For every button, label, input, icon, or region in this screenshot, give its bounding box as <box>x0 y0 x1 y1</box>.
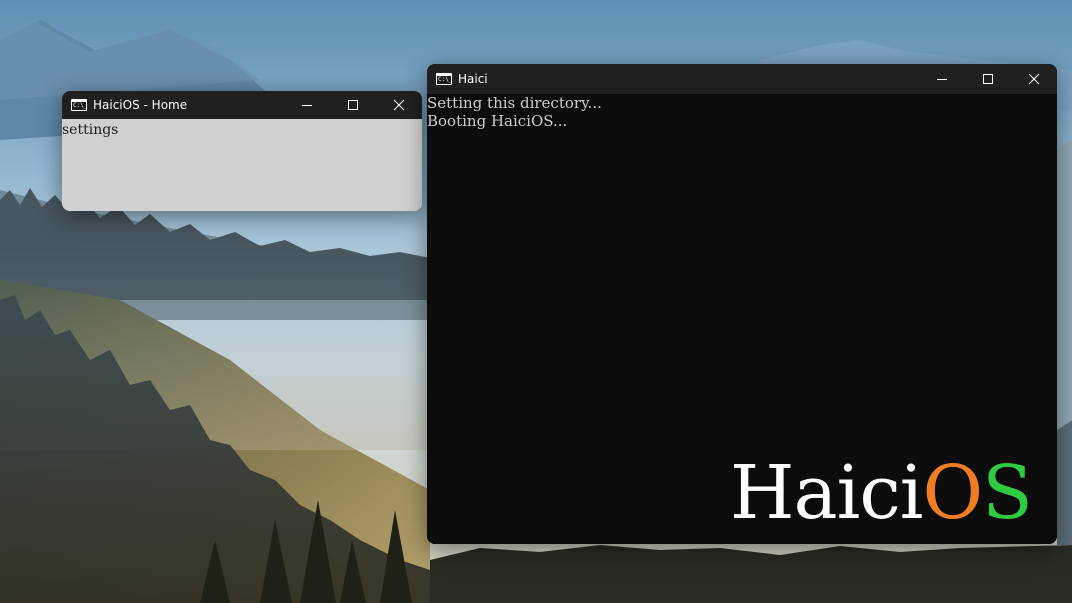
home-window[interactable]: C:\_ HaiciOS - Home settings <box>62 91 422 211</box>
minimize-button[interactable] <box>919 64 965 94</box>
console-app-icon: C:\_ <box>436 73 452 85</box>
settings-item[interactable]: settings <box>62 122 422 138</box>
terminal-window-title: Haici <box>458 72 488 86</box>
terminal-line: Booting HaiciOS... <box>427 112 568 130</box>
home-window-title: HaiciOS - Home <box>93 98 188 112</box>
maximize-button[interactable] <box>330 91 376 119</box>
home-window-content[interactable]: settings <box>62 119 422 211</box>
maximize-icon <box>348 100 358 110</box>
haicios-logo: HaiciOS <box>730 448 1033 538</box>
logo-text-haici: Haici <box>730 450 923 536</box>
close-icon <box>393 99 405 111</box>
logo-text-s: S <box>982 450 1033 536</box>
terminal-line: Setting this directory... <box>427 94 602 112</box>
maximize-icon <box>983 74 993 84</box>
close-button[interactable] <box>1011 64 1057 94</box>
console-app-icon: C:\_ <box>71 99 87 111</box>
terminal-window-titlebar[interactable]: C:\_ Haici <box>427 64 1057 94</box>
minimize-icon <box>302 105 312 106</box>
logo-text-o: O <box>922 450 983 536</box>
close-button[interactable] <box>376 91 422 119</box>
minimize-button[interactable] <box>284 91 330 119</box>
minimize-icon <box>937 79 947 80</box>
maximize-button[interactable] <box>965 64 1011 94</box>
home-window-titlebar[interactable]: C:\_ HaiciOS - Home <box>62 91 422 119</box>
close-icon <box>1028 73 1040 85</box>
